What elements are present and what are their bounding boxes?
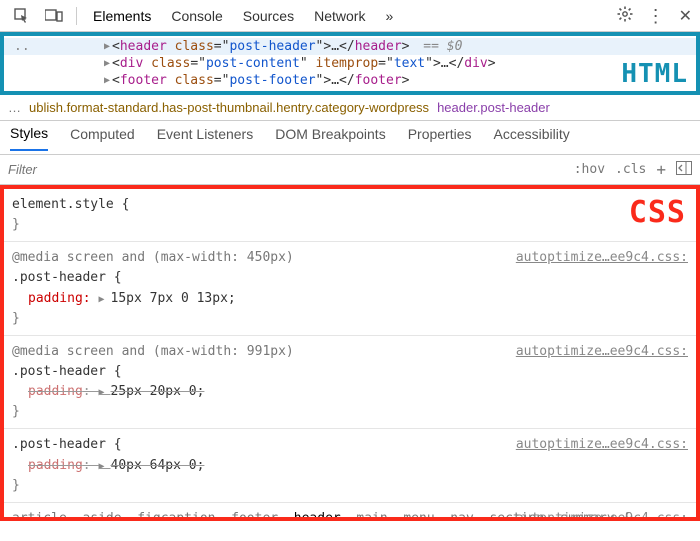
subtab-properties[interactable]: Properties: [408, 126, 472, 150]
tab-console[interactable]: Console: [171, 8, 222, 24]
kebab-icon[interactable]: ⋮: [647, 7, 665, 25]
dom-node-div[interactable]: ▶ <div class="post-content" itemprop="te…: [4, 55, 696, 72]
expand-icon[interactable]: ▶: [104, 75, 110, 86]
styles-subtabs: Styles Computed Event Listeners DOM Brea…: [0, 121, 700, 155]
breadcrumb[interactable]: … ublish.format-standard.has-post-thumbn…: [0, 95, 700, 121]
filter-input[interactable]: [8, 162, 574, 177]
css-rule[interactable]: autoptimize…ee9c4.css:@media screen and …: [4, 336, 696, 430]
source-link[interactable]: autoptimize…ee9c4.css:: [516, 435, 688, 455]
dom-node-header[interactable]: .. ▶ <header class="post-header">…</head…: [4, 38, 696, 55]
styles-filter-row: :hov .cls +: [0, 155, 700, 185]
css-rule[interactable]: element.style {}: [4, 189, 696, 242]
hov-toggle[interactable]: :hov: [574, 162, 605, 177]
breadcrumb-ellipsis[interactable]: …: [8, 100, 21, 115]
tab-network[interactable]: Network: [314, 8, 365, 24]
expand-icon[interactable]: ▶: [104, 58, 110, 69]
sidebar-toggle-icon[interactable]: [676, 161, 692, 179]
inspect-icon[interactable]: [8, 4, 36, 28]
css-rule[interactable]: autoptimize…ee9c4.css:article, aside, fi…: [4, 503, 696, 521]
css-rule[interactable]: autoptimize…ee9c4.css:.post-header {padd…: [4, 429, 696, 502]
tab-sources[interactable]: Sources: [243, 8, 294, 24]
subtab-computed[interactable]: Computed: [70, 126, 135, 150]
main-tabs: Elements Console Sources Network »: [93, 8, 393, 24]
cls-toggle[interactable]: .cls: [615, 162, 646, 177]
elements-panel: HTML .. ▶ <header class="post-header">…<…: [0, 32, 700, 95]
subtab-event-listeners[interactable]: Event Listeners: [157, 126, 254, 150]
html-annotation: HTML: [621, 59, 688, 89]
source-link[interactable]: autoptimize…ee9c4.css:: [516, 248, 688, 268]
css-rule[interactable]: autoptimize…ee9c4.css:@media screen and …: [4, 242, 696, 336]
breadcrumb-parent[interactable]: ublish.format-standard.has-post-thumbnai…: [29, 100, 429, 115]
device-toggle-icon[interactable]: [40, 4, 68, 28]
scroll-dots: ..: [14, 39, 104, 54]
tabs-overflow-icon[interactable]: »: [385, 8, 393, 24]
subtab-accessibility[interactable]: Accessibility: [494, 126, 570, 150]
source-link[interactable]: autoptimize…ee9c4.css:: [516, 342, 688, 362]
styles-panel: CSS element.style {}autoptimize…ee9c4.cs…: [0, 185, 700, 521]
close-icon[interactable]: ✕: [679, 6, 692, 26]
separator: [76, 7, 77, 25]
subtab-dom-breakpoints[interactable]: DOM Breakpoints: [275, 126, 385, 150]
new-rule-icon[interactable]: +: [656, 160, 666, 179]
subtab-styles[interactable]: Styles: [10, 125, 48, 151]
dom-node-footer[interactable]: ▶ <footer class="post-footer">…</footer>: [4, 72, 696, 89]
breadcrumb-current[interactable]: header.post-header: [437, 100, 550, 115]
expand-icon[interactable]: ▶: [104, 41, 110, 52]
source-link[interactable]: autoptimize…ee9c4.css:: [516, 509, 688, 521]
devtools-toolbar: Elements Console Sources Network » ⋮ ✕: [0, 0, 700, 32]
gear-icon[interactable]: [617, 6, 633, 25]
tab-elements[interactable]: Elements: [93, 8, 151, 24]
